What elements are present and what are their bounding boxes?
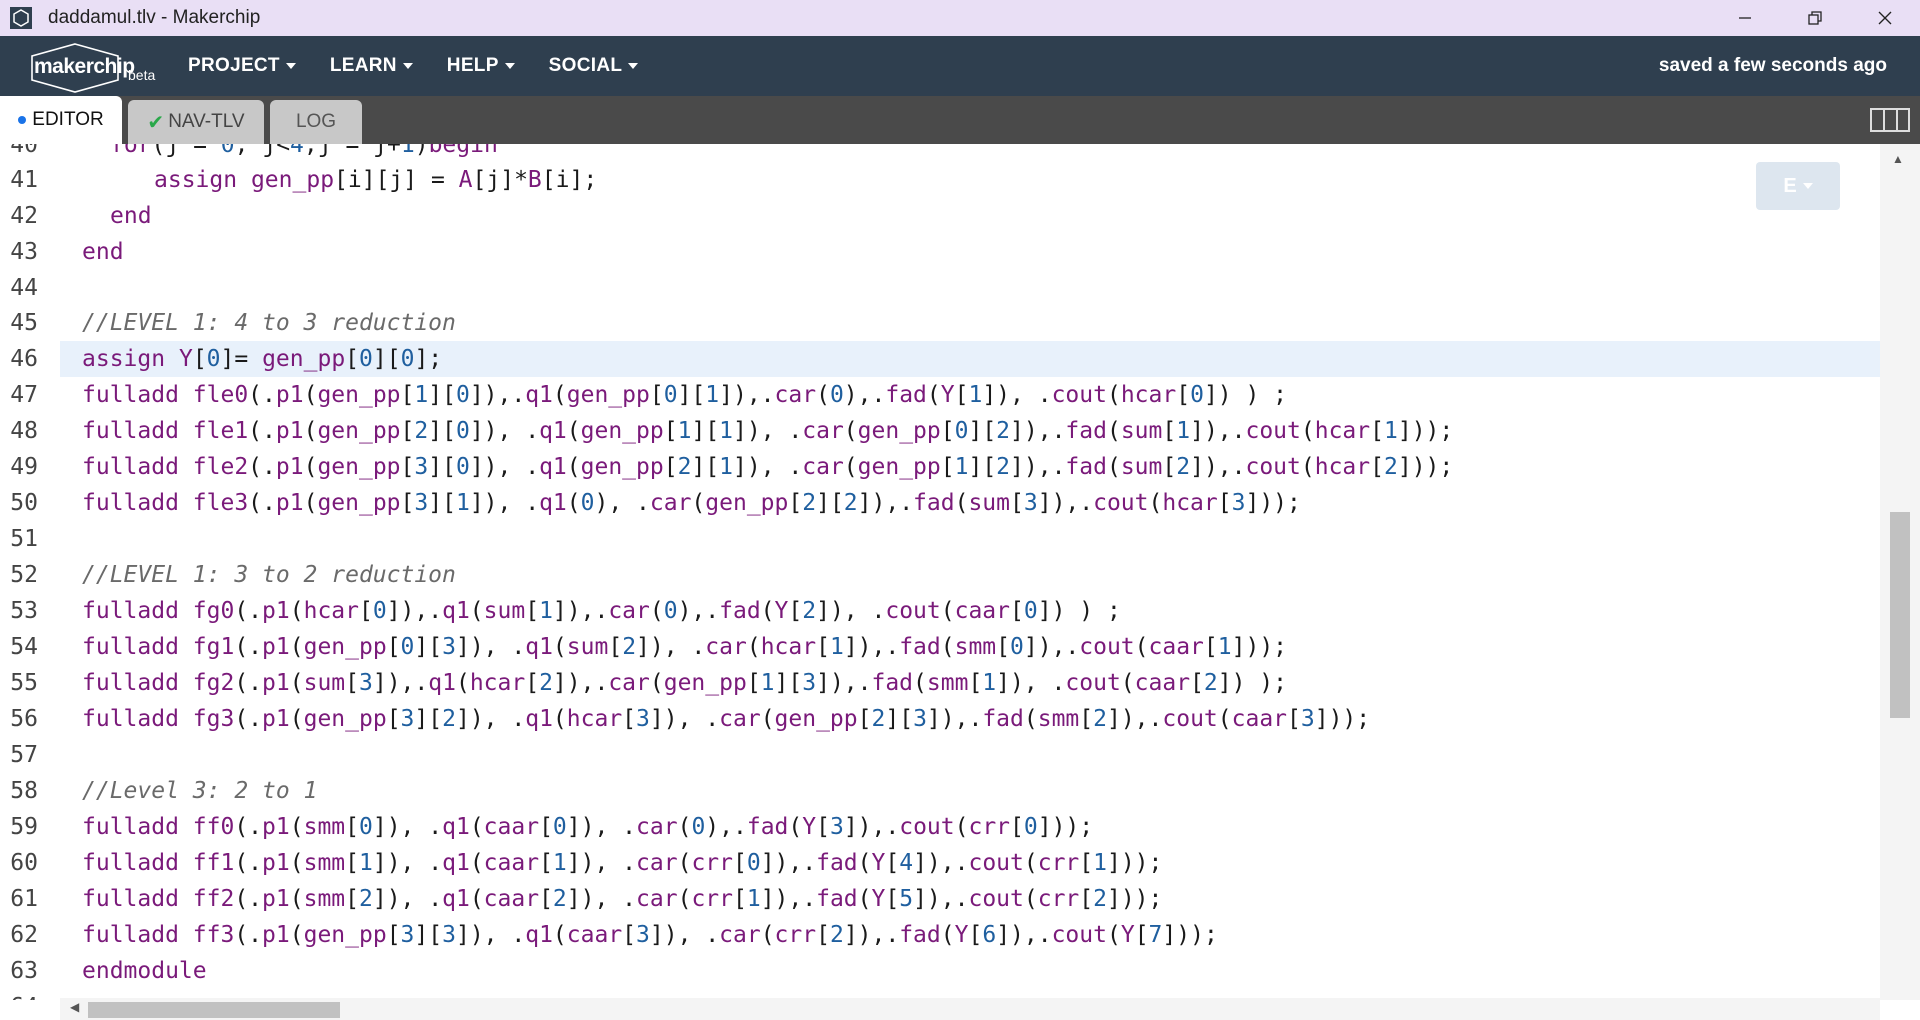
tab-editor-label: EDITOR: [32, 109, 104, 130]
line-number: 61: [10, 886, 38, 912]
code-editor[interactable]: 40 for(j = 0; j<4;j = j+1)begin 41 assig…: [0, 144, 1880, 1000]
minimize-button[interactable]: [1710, 0, 1780, 36]
makerchip-logo[interactable]: makerchip beta: [30, 39, 160, 93]
restore-icon: [1808, 11, 1822, 25]
line-number: 57: [10, 742, 38, 768]
code-line[interactable]: fulladd fle1(.p1(gen_pp[2][0]), .q1(gen_…: [82, 413, 1453, 449]
logo-beta: beta: [128, 67, 156, 83]
active-dot-icon: [18, 116, 27, 124]
menu-project[interactable]: PROJECT: [188, 55, 296, 77]
menu-social[interactable]: SOCIAL: [549, 55, 639, 77]
editor-mode-label: E: [1783, 174, 1797, 197]
line-number: 42: [10, 203, 38, 229]
vertical-scroll-thumb[interactable]: [1890, 512, 1910, 718]
code-line[interactable]: fulladd fg1(.p1(gen_pp[0][3]), .q1(sum[2…: [82, 629, 1287, 665]
code-line[interactable]: endmodule: [82, 953, 207, 989]
line-number: 50: [10, 490, 38, 516]
scroll-left-icon[interactable]: ◀: [70, 1000, 79, 1014]
line-number: 47: [10, 382, 38, 408]
code-line[interactable]: fulladd fle0(.p1(gen_pp[1][0]),.q1(gen_p…: [82, 377, 1287, 413]
maximize-button[interactable]: [1780, 0, 1850, 36]
code-line[interactable]: fulladd fle3(.p1(gen_pp[3][1]), .q1(0), …: [82, 485, 1301, 521]
code-line[interactable]: fulladd ff1(.p1(smm[1]), .q1(caar[1]), .…: [82, 845, 1162, 881]
close-button[interactable]: [1850, 0, 1920, 36]
horizontal-scroll-thumb[interactable]: [88, 1002, 340, 1018]
line-number: 51: [10, 526, 38, 552]
menu-social-label: SOCIAL: [548, 55, 623, 76]
tab-bar: EDITOR ✔ NAV-TLV LOG: [0, 96, 1920, 144]
minimize-icon: [1739, 17, 1751, 19]
vertical-scrollbar[interactable]: ▲: [1880, 144, 1920, 1000]
app-icon: [8, 5, 34, 31]
code-line[interactable]: for(j = 0; j<4;j = j+1)begin: [110, 144, 498, 163]
menu-learn[interactable]: LEARN: [330, 55, 413, 77]
code-line[interactable]: fulladd ff3(.p1(gen_pp[3][3]), .q1(caar[…: [82, 917, 1218, 953]
line-number: 59: [10, 814, 38, 840]
tab-log-label: LOG: [295, 111, 337, 132]
line-number: 40: [10, 144, 38, 158]
line-number: 63: [10, 958, 38, 984]
logo-text: makerchip: [34, 55, 135, 78]
save-status: saved a few seconds ago: [1658, 55, 1887, 76]
line-number: 43: [10, 239, 38, 265]
line-number: 60: [10, 850, 38, 876]
code-comment[interactable]: //Level 3: 2 to 1: [82, 773, 317, 809]
scroll-up-icon[interactable]: ▲: [1892, 152, 1904, 166]
tab-nav-tlv[interactable]: ✔ NAV-TLV: [128, 100, 264, 144]
chevron-down-icon: [1802, 183, 1813, 189]
chevron-down-icon: [628, 63, 639, 69]
menu-help-label: HELP: [446, 55, 499, 76]
line-number: 46: [10, 346, 38, 372]
line-number: 44: [10, 275, 38, 301]
window-title-bar: daddamul.tlv - Makerchip: [0, 0, 1920, 36]
line-number: 49: [10, 454, 38, 480]
menu-help[interactable]: HELP: [447, 55, 515, 77]
line-number: 45: [10, 310, 38, 336]
editor-mode-button[interactable]: E: [1756, 162, 1840, 210]
close-icon: [1878, 11, 1892, 25]
tab-editor[interactable]: EDITOR: [0, 96, 122, 144]
code-line[interactable]: fulladd fle2(.p1(gen_pp[3][0]), .q1(gen_…: [82, 449, 1453, 485]
code-comment[interactable]: //LEVEL 1: 3 to 2 reduction: [82, 557, 456, 593]
code-comment[interactable]: //LEVEL 1: 4 to 3 reduction: [82, 305, 456, 341]
menu-learn-label: LEARN: [329, 55, 397, 76]
line-number: 41: [10, 167, 38, 193]
code-line[interactable]: fulladd ff0(.p1(smm[0]), .q1(caar[0]), .…: [82, 809, 1093, 845]
line-number: 54: [10, 634, 38, 660]
horizontal-scrollbar[interactable]: ◀: [60, 998, 1880, 1020]
line-number: 48: [10, 418, 38, 444]
window-title: daddamul.tlv - Makerchip: [48, 7, 261, 28]
tab-log[interactable]: LOG: [270, 100, 362, 144]
code-line[interactable]: assign gen_pp[i][j] = A[j]*B[i];: [154, 162, 597, 198]
chevron-down-icon: [285, 63, 296, 69]
menu-project-label: PROJECT: [188, 55, 280, 76]
code-line[interactable]: fulladd fg3(.p1(gen_pp[3][2]), .q1(hcar[…: [82, 701, 1370, 737]
chevron-down-icon: [504, 63, 515, 69]
code-line[interactable]: fulladd ff2(.p1(smm[2]), .q1(caar[2]), .…: [82, 881, 1162, 917]
chevron-down-icon: [402, 63, 413, 69]
code-line[interactable]: assign Y[0]= gen_pp[0][0];: [82, 341, 442, 377]
code-line[interactable]: fulladd fg2(.p1(sum[3]),.q1(hcar[2]),.ca…: [82, 665, 1287, 701]
app-navbar: makerchip beta PROJECT LEARN HELP SOCIAL…: [0, 36, 1920, 96]
split-layout-icon[interactable]: [1870, 108, 1910, 132]
tab-nav-tlv-label: NAV-TLV: [168, 111, 245, 132]
line-number: 62: [10, 922, 38, 948]
code-line[interactable]: fulladd fg0(.p1(hcar[0]),.q1(sum[1]),.ca…: [82, 593, 1121, 629]
line-number: 64: [0, 989, 38, 1000]
checkmark-icon: ✔: [147, 111, 165, 134]
line-number: 52: [10, 562, 38, 588]
line-number: 55: [10, 670, 38, 696]
line-number: 58: [10, 778, 38, 804]
code-line[interactable]: end: [82, 234, 124, 270]
main-menu: PROJECT LEARN HELP SOCIAL: [188, 55, 672, 77]
code-line[interactable]: end: [110, 198, 152, 234]
line-number: 56: [10, 706, 38, 732]
line-number: 53: [10, 598, 38, 624]
